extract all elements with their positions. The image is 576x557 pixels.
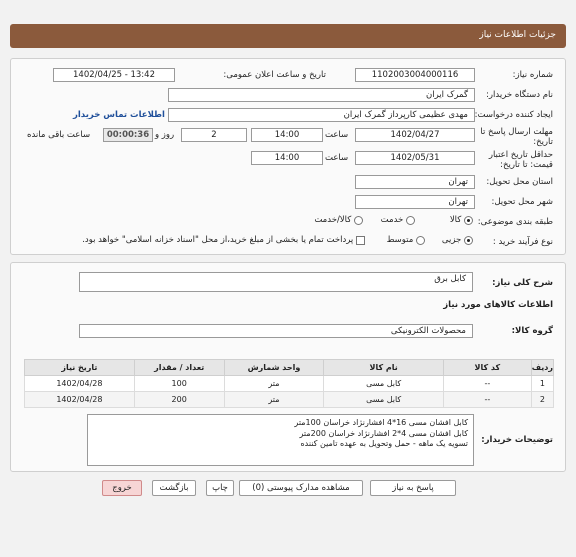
deadline-time-field: 14:00 [251, 128, 323, 142]
creator-label: ایجاد کننده درخواست: [474, 110, 553, 120]
validity-time-field: 14:00 [251, 151, 323, 165]
page-header: جزئیات اطلاعات نیاز [10, 24, 566, 48]
col-name: نام کالا [323, 359, 444, 376]
table-row[interactable]: 1 -- کابل مسی متر 100 1402/04/28 [24, 375, 555, 392]
validity-time-label: ساعت [325, 153, 349, 163]
note-line: تسویه یک ماهه - حمل وتحویل به عهده تامین… [300, 439, 468, 448]
buyer-org-label: نام دستگاه خریدار: [486, 90, 553, 100]
cell-row: 2 [530, 391, 555, 408]
process-option-medium[interactable]: متوسط [387, 235, 425, 246]
cell-quantity: 100 [133, 375, 225, 392]
cell-quantity: 200 [133, 391, 225, 408]
province-label: استان محل تحویل: [486, 177, 553, 187]
buyer-notes-label: توضیحات خریدار: [481, 435, 553, 445]
note-line: کابل افشان مسی 4*2 افشارنژاد خراسان 200م… [299, 428, 468, 438]
col-code: کد کالا [443, 359, 532, 376]
announce-label: تاریخ و ساعت اعلان عمومی: [223, 70, 326, 80]
process-option-minor[interactable]: جزیی [442, 235, 473, 246]
view-attachments-button[interactable]: مشاهده مدارک پیوستی (0) [239, 480, 363, 496]
cell-need-date: 1402/04/28 [24, 375, 135, 392]
buyer-contact-link[interactable]: اطلاعات تماس خریدار [73, 110, 165, 120]
cell-row: 1 [530, 375, 555, 392]
category-option-service[interactable]: خدمت [381, 215, 415, 226]
cell-code: -- [443, 375, 532, 392]
radio-icon[interactable] [416, 235, 425, 245]
treasury-payment-checkbox[interactable]: پرداخت تمام یا بخشی از مبلغ خرید،از محل … [82, 235, 365, 246]
goods-section-title: اطلاعات کالاهای مورد نیاز [443, 300, 553, 310]
remaining-time-field: 00:00:36 [103, 128, 153, 142]
print-button[interactable]: چاپ [206, 480, 234, 496]
col-row: ردیف [530, 359, 555, 376]
back-button[interactable]: بازگشت [152, 480, 196, 496]
goods-table: ردیف کد کالا نام کالا واحد شمارش تعداد /… [24, 359, 555, 408]
city-label: شهر محل تحویل: [491, 197, 553, 207]
cell-unit: متر [223, 391, 325, 408]
cell-name: کابل مسی [323, 391, 444, 408]
note-line: کابل افشان مسی 16*4 افشارنژاد خراسان 100… [294, 418, 468, 427]
exit-button[interactable]: خروج [102, 480, 142, 496]
page-title: جزئیات اطلاعات نیاز [479, 30, 556, 40]
deadline-label: مهلت ارسال پاسخ تا تاریخ: [480, 127, 553, 147]
buyer-org-field: گمرک ایران [168, 88, 475, 102]
announce-datetime-field: 1402/04/25 - 13:42 [53, 68, 175, 82]
radio-selected-icon[interactable] [464, 215, 473, 225]
process-type-label: نوع فرآیند خرید : [492, 237, 553, 247]
category-option-goods-service[interactable]: کالا/خدمت [314, 215, 363, 226]
col-need-date: تاریخ نیاز [24, 359, 135, 376]
cell-unit: متر [223, 375, 325, 392]
need-number-label: شماره نیاز: [512, 70, 553, 80]
deadline-time-label: ساعت [325, 130, 349, 140]
table-row[interactable]: 2 -- کابل مسی متر 200 1402/04/28 [24, 391, 555, 408]
cell-code: -- [443, 391, 532, 408]
radio-selected-icon[interactable] [464, 235, 473, 245]
province-field: تهران [355, 175, 475, 189]
deadline-date-field: 1402/04/27 [355, 128, 475, 142]
validity-date-field: 1402/05/31 [355, 151, 475, 165]
buyer-notes-field: کابل افشان مسی 16*4 افشارنژاد خراسان 100… [87, 414, 474, 466]
radio-icon[interactable] [354, 215, 363, 225]
summary-label: شرح کلی نیاز: [492, 278, 553, 288]
days-label: روز و [155, 130, 175, 140]
goods-group-label: گروه کالا: [511, 326, 553, 336]
category-option-goods[interactable]: کالا [450, 215, 473, 226]
reply-button[interactable]: پاسخ به نیاز [370, 480, 456, 496]
validity-label: حداقل تاریخ اعتبار قیمت: تا تاریخ: [488, 150, 553, 170]
col-unit: واحد شمارش [223, 359, 325, 376]
days-remaining-field: 2 [181, 128, 247, 142]
need-number-field: 1102003004000116 [355, 68, 475, 82]
category-label: طبقه بندی موضوعی: [477, 217, 553, 227]
table-header-row: ردیف کد کالا نام کالا واحد شمارش تعداد /… [24, 359, 555, 376]
radio-icon[interactable] [406, 215, 415, 225]
city-field: تهران [355, 195, 475, 209]
cell-need-date: 1402/04/28 [24, 391, 135, 408]
cell-name: کابل مسی [323, 375, 444, 392]
remaining-time-label: ساعت باقی مانده [27, 130, 91, 140]
summary-field: کابل برق [79, 272, 473, 292]
goods-panel: شرح کلی نیاز: کابل برق اطلاعات کالاهای م… [10, 262, 566, 472]
checkbox-icon[interactable] [356, 235, 365, 245]
need-info-panel: شماره نیاز: 1102003004000116 تاریخ و ساع… [10, 58, 566, 255]
goods-group-field: محصولات الکترونیکی [79, 324, 473, 338]
col-quantity: تعداد / مقدار [133, 359, 225, 376]
creator-field: مهدی عظیمی کارپرداز گمرک ایران [168, 108, 475, 122]
